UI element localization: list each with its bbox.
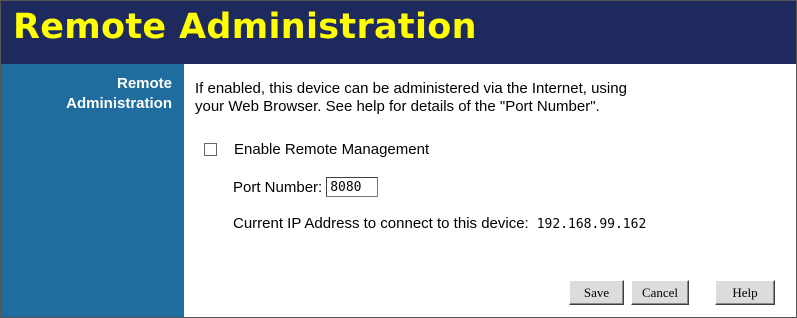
description: If enabled, this device can be administe…: [195, 80, 790, 116]
content-area: If enabled, this device can be administe…: [184, 64, 796, 317]
port-row: Port Number:: [233, 177, 379, 197]
port-label: Port Number:: [233, 178, 323, 196]
port-number-input[interactable]: [326, 177, 379, 197]
page-title: Remote Administration: [13, 7, 477, 47]
remote-admin-panel: Remote Administration Remote Administrat…: [0, 0, 797, 318]
section-label-line2: Administration: [66, 95, 172, 112]
cancel-button[interactable]: Cancel: [631, 280, 689, 305]
enable-remote-checkbox[interactable]: [204, 143, 217, 156]
save-button[interactable]: Save: [569, 280, 624, 305]
description-line1: If enabled, this device can be administe…: [195, 80, 627, 97]
title-bar: Remote Administration: [1, 1, 796, 64]
sidebar: Remote Administration: [1, 64, 184, 317]
section-label-line1: Remote: [116, 75, 172, 92]
ip-value: 192.168.99.162: [536, 217, 647, 232]
enable-remote-row: Enable Remote Management: [204, 141, 429, 158]
help-button[interactable]: Help: [715, 280, 775, 305]
ip-label: Current IP Address to connect to this de…: [233, 215, 529, 232]
section-label: Remote Administration: [2, 74, 172, 114]
description-line2: your Web Browser. See help for details o…: [195, 98, 600, 115]
ip-row: Current IP Address to connect to this de…: [233, 215, 646, 232]
enable-remote-label: Enable Remote Management: [234, 141, 430, 158]
